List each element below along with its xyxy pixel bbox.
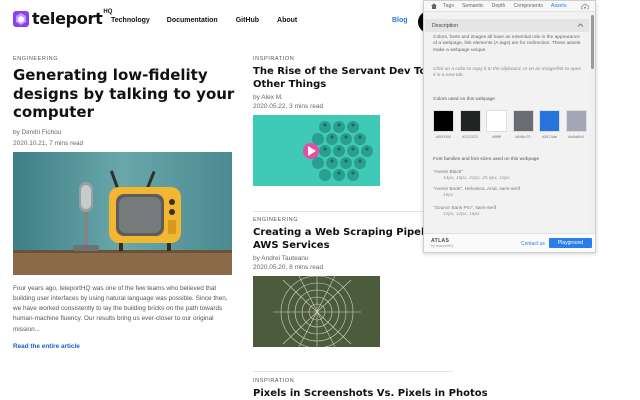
font-sizes: 12px, 14px, 16px: [443, 212, 480, 217]
fonts-label: Font families and font sizes used on thi…: [433, 157, 540, 162]
teleport-logo-icon: [13, 10, 29, 27]
spider-web-image[interactable]: [253, 276, 380, 347]
tab-depth[interactable]: Depth: [492, 3, 506, 9]
nav-blog[interactable]: Blog: [392, 17, 408, 24]
nav-github[interactable]: GitHub: [236, 17, 259, 24]
font-entry: "Source Sans Pro", sans-serif 12px, 14px…: [433, 206, 496, 218]
retro-tv-image[interactable]: [13, 151, 232, 275]
section-title: Description: [432, 22, 458, 29]
color-swatch[interactable]: #ffffff: [486, 110, 507, 139]
featured-article: ENGINEERING Generating low-fidelity desi…: [13, 56, 235, 350]
article-excerpt: Four years ago, teleportHQ was one of th…: [13, 284, 228, 333]
nav-documentation[interactable]: Documentation: [167, 17, 218, 24]
article-date: 2020.05.20, 8 mins read: [253, 264, 324, 271]
article-category: INSPIRATION: [253, 378, 295, 384]
color-hex-label: #ffffff: [492, 134, 501, 139]
teleport-logo[interactable]: teleport HQ: [13, 9, 112, 28]
color-chip: [565, 110, 587, 132]
colors-label: Colors used on this webpage: [433, 97, 495, 102]
nav-about[interactable]: About: [277, 17, 297, 24]
description-section-header[interactable]: Description: [425, 19, 589, 32]
color-swatch[interactable]: #696c70: [512, 110, 534, 139]
article-title[interactable]: Pixels in Screenshots Vs. Pixels in Phot…: [253, 388, 488, 400]
color-chip: [486, 110, 507, 132]
color-hex-label: #000000: [435, 134, 452, 139]
main-nav: Technology Documentation GitHub About: [111, 17, 315, 24]
read-article-link[interactable]: Read the entire article: [13, 343, 235, 350]
color-hex-label: #696c70: [515, 134, 531, 139]
tab-assets[interactable]: Assets: [551, 3, 567, 9]
popup-content: Description Colors, fonts and images all…: [424, 13, 595, 235]
font-sizes: 14px, 15px, 22px, 25.6px, 16px: [443, 176, 510, 181]
article-divider: [253, 371, 453, 372]
article-author: by Andrei Tauteanu: [253, 255, 309, 262]
color-chip: [459, 110, 481, 132]
atlas-brand-subtitle: by teleportHQ: [431, 244, 454, 248]
hexagon-people-image[interactable]: [253, 115, 380, 186]
color-chip: [433, 110, 454, 132]
contact-us-link[interactable]: Contact us: [521, 241, 545, 247]
popup-footer: ATLAS by teleportHQ Contact us Playgroun…: [424, 233, 595, 252]
assets-hint: Click on a color to copy it to the clipb…: [433, 67, 581, 79]
tab-tags[interactable]: Tags: [443, 3, 454, 9]
article-date: 2020.10.21, 7 mins read: [13, 139, 84, 147]
cloud-upload-icon[interactable]: [581, 3, 589, 10]
logo-superscript: HQ: [103, 8, 113, 15]
color-chip: [539, 110, 560, 132]
font-entry: "Avenir Black" 14px, 15px, 22px, 25.6px,…: [433, 170, 510, 182]
popup-tab-bar: Tags Semantic Depth Components Assets: [424, 1, 595, 12]
nav-technology[interactable]: Technology: [111, 17, 150, 24]
playground-button[interactable]: Playground: [549, 238, 592, 248]
logo-text: teleport: [32, 9, 103, 28]
font-sizes: 16px: [443, 193, 454, 198]
tab-semantic[interactable]: Semantic: [462, 3, 484, 9]
color-chip: [512, 110, 534, 132]
atlas-extension-popup: Tags Semantic Depth Components Assets De…: [423, 0, 596, 253]
assets-description: Colors, fonts and images all have an ess…: [433, 35, 581, 53]
color-swatch-list: #000000 #222323 #ffffff #696c70 #2874de …: [433, 110, 592, 139]
color-swatch[interactable]: #000000: [433, 110, 454, 139]
color-swatch[interactable]: #222323: [459, 110, 481, 139]
color-hex-label: #a5a6b5: [568, 134, 584, 139]
article-card: INSPIRATION Pixels in Screenshots Vs. Pi…: [253, 378, 488, 400]
article-title[interactable]: Generating low-fidelity designs by talki…: [13, 66, 235, 122]
home-icon[interactable]: [431, 3, 437, 9]
color-hex-label: #2874de: [541, 134, 558, 139]
article-author: by Dimitri Fichou: [13, 128, 62, 136]
color-swatch[interactable]: #2874de: [539, 110, 560, 139]
font-entry: "Avenir Book", Helvetica, Arial, sans-se…: [433, 187, 520, 199]
article-category: ENGINEERING: [13, 56, 59, 62]
chevron-up-icon[interactable]: [577, 22, 584, 29]
color-hex-label: #222323: [462, 134, 478, 139]
tab-components[interactable]: Components: [513, 3, 542, 9]
popup-scrollbar-thumb[interactable]: [591, 15, 594, 69]
color-swatch[interactable]: #a5a6b5: [565, 110, 587, 139]
